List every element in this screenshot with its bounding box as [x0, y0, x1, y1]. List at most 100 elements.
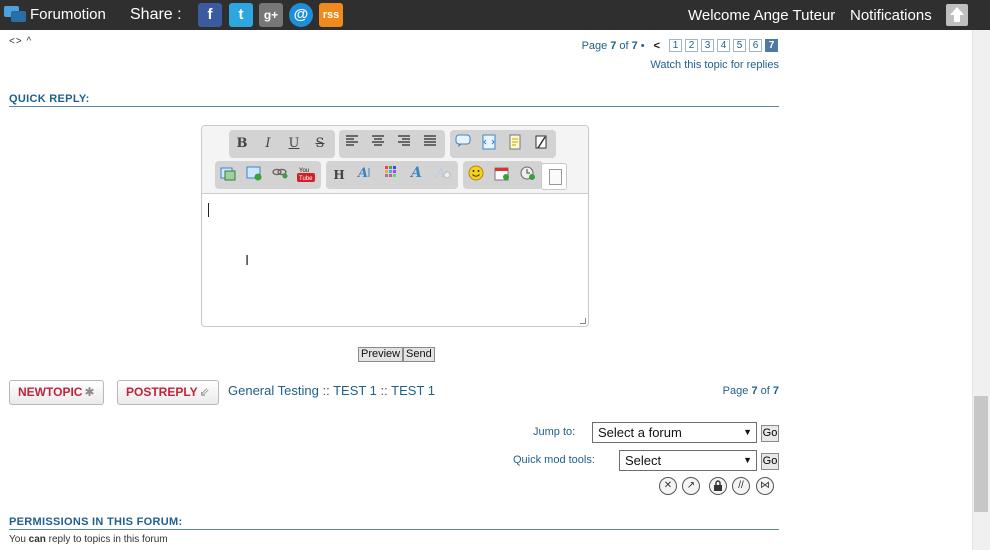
svg-text:Tube: Tube — [299, 176, 313, 182]
move-topic-icon[interactable]: ↗ — [682, 477, 700, 495]
page-of: of — [619, 39, 629, 52]
block-group — [450, 130, 556, 158]
page-link-1[interactable]: 1 — [669, 39, 682, 52]
jump-go-button[interactable]: Go — [761, 425, 779, 442]
insert-group: You Tube — [215, 161, 321, 189]
dropdown-arrow-icon: ▼ — [743, 455, 752, 465]
topic-nav-arrows[interactable]: <> ^ — [9, 36, 32, 47]
permissions-title: PERMISSIONS IN THIS FORUM: — [9, 516, 183, 528]
align-left-icon[interactable] — [341, 134, 363, 154]
quick-mod-label: Quick mod tools: — [513, 454, 595, 466]
email-icon[interactable]: @ — [289, 3, 313, 27]
section-divider — [9, 106, 779, 107]
preview-button[interactable]: Preview — [358, 347, 404, 362]
new-topic-button[interactable]: NEWTOPIC ✱ — [9, 380, 104, 405]
bottom-page-current: 7 — [751, 385, 758, 397]
reply-arrow-icon: ⇙ — [199, 385, 210, 399]
calendar-icon[interactable] — [491, 165, 513, 185]
watch-topic-link[interactable]: Watch this topic for replies — [650, 59, 779, 71]
dropdown-arrow-icon: ▼ — [743, 427, 752, 437]
new-topic-label: NEWTOPIC — [18, 385, 83, 399]
svg-text:A: A — [409, 165, 422, 179]
scroll-top-arrow-icon[interactable] — [946, 4, 968, 26]
jump-to-label: Jump to: — [533, 426, 576, 438]
smiley-icon[interactable] — [465, 165, 487, 185]
brand-name: Forumotion — [30, 5, 106, 23]
page-link-2[interactable]: 2 — [685, 39, 698, 52]
editor-toolbar: B I U S You Tube H A A A — [202, 126, 588, 194]
notifications-link[interactable]: Notifications — [850, 7, 932, 24]
bottom-page-count: Page 7 of 7 — [723, 385, 779, 397]
underline-button[interactable]: U — [283, 134, 305, 154]
quick-mod-go-button[interactable]: Go — [761, 453, 779, 470]
permission-can: can — [28, 534, 46, 545]
reply-editor: B I U S You Tube H A A A I — [201, 125, 589, 327]
bottom-page-of: of — [760, 385, 770, 397]
align-right-icon[interactable] — [393, 134, 415, 154]
scrollbar-thumb[interactable] — [974, 396, 988, 512]
date-time-icon[interactable] — [517, 165, 539, 185]
permission-text: reply to topics in this forum — [45, 534, 168, 545]
facebook-icon[interactable]: f — [198, 3, 222, 27]
hide-icon[interactable] — [530, 134, 552, 154]
insert-image-icon[interactable] — [243, 165, 265, 185]
align-group — [339, 130, 445, 158]
quick-mod-value: Select — [625, 453, 662, 468]
align-justify-icon[interactable] — [419, 134, 441, 154]
svg-text:A: A — [435, 166, 445, 179]
post-reply-button[interactable]: POSTREPLY ⇙ — [117, 380, 219, 405]
brand-link[interactable]: Forumotion — [4, 5, 106, 23]
forumotion-logo-icon — [4, 5, 26, 23]
insert-link-icon[interactable] — [269, 165, 291, 185]
text-caret — [208, 203, 209, 217]
welcome-user-link[interactable]: Welcome Ange Tuteur — [688, 7, 835, 24]
breadcrumb-topic[interactable]: TEST 1 — [391, 383, 435, 398]
top-bar: Forumotion Share : f t g+ @ rss Welcome … — [0, 0, 990, 30]
jump-to-select[interactable]: Select a forum ▼ — [592, 422, 757, 443]
font-size-icon[interactable]: A — [354, 165, 376, 185]
delete-topic-icon[interactable]: ✕ — [659, 477, 677, 495]
source-mode-icon[interactable] — [541, 163, 567, 190]
font-face-icon[interactable]: A — [406, 165, 428, 185]
header-button[interactable]: H — [328, 165, 350, 185]
align-center-icon[interactable] — [367, 134, 389, 154]
page-link-5[interactable]: 5 — [733, 39, 746, 52]
text-cursor-icon: I — [245, 252, 250, 269]
remove-format-icon[interactable]: A — [432, 165, 454, 185]
breadcrumb-forum[interactable]: General Testing — [228, 383, 319, 398]
color-palette-icon[interactable] — [380, 165, 402, 185]
spoiler-icon[interactable] — [504, 134, 526, 154]
google-plus-icon[interactable]: g+ — [259, 3, 283, 27]
code-icon[interactable] — [478, 134, 500, 154]
strike-button[interactable]: S — [309, 134, 331, 154]
message-textarea[interactable]: I — [202, 195, 588, 326]
previous-page-icon[interactable]: < — [654, 40, 660, 52]
rss-icon[interactable]: rss — [319, 3, 343, 27]
page-link-4[interactable]: 4 — [717, 39, 730, 52]
page-link-3[interactable]: 3 — [701, 39, 714, 52]
style-group: H A A A — [326, 161, 458, 189]
post-reply-label: POSTREPLY — [126, 385, 198, 399]
quote-icon[interactable] — [452, 134, 474, 154]
bold-button[interactable]: B — [231, 134, 253, 154]
split-topic-icon[interactable]: // — [732, 477, 750, 495]
share-label: Share : — [130, 6, 182, 23]
twitter-icon[interactable]: t — [229, 3, 253, 27]
merge-topic-icon[interactable]: ⋈ — [756, 477, 774, 495]
quick-mod-select[interactable]: Select ▼ — [619, 450, 757, 471]
breadcrumb-subforum[interactable]: TEST 1 — [333, 383, 377, 398]
resize-handle-icon[interactable] — [580, 318, 586, 324]
page-link-6[interactable]: 6 — [749, 39, 762, 52]
youtube-icon[interactable]: You Tube — [295, 165, 317, 185]
svg-text:A: A — [357, 166, 368, 179]
bottom-page-total: 7 — [772, 385, 779, 397]
image-host-icon[interactable] — [217, 165, 239, 185]
section-divider — [9, 529, 779, 530]
italic-button[interactable]: I — [257, 134, 279, 154]
lock-topic-icon[interactable] — [709, 477, 727, 495]
permission-you: You — [9, 534, 29, 545]
permission-line: You can reply to topics in this forum — [9, 534, 168, 545]
page-current: 7 — [610, 39, 617, 52]
jump-to-value: Select a forum — [598, 425, 682, 440]
send-button[interactable]: Send — [403, 347, 435, 362]
